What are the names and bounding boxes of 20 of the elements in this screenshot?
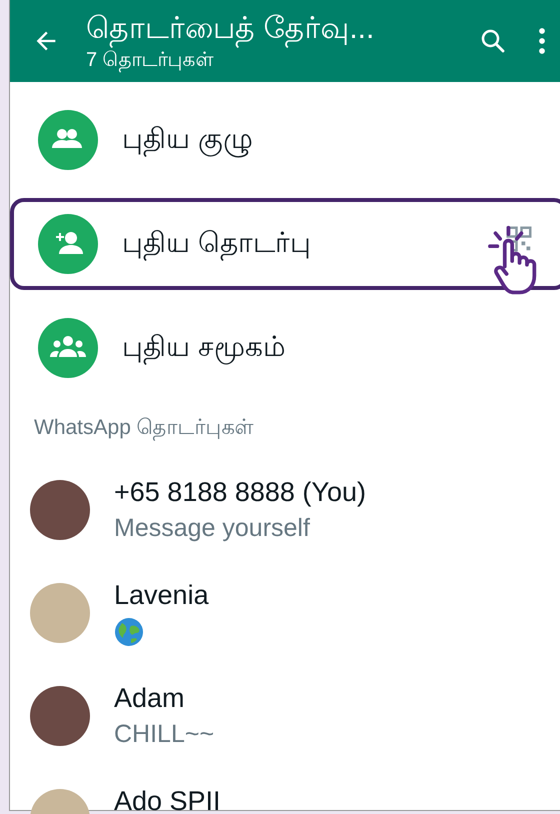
contact-name: Ado SPII <box>114 785 221 814</box>
round-action-icon <box>38 318 98 378</box>
screen-title: தொடர்பைத் தேர்வு... <box>86 10 478 48</box>
action-row[interactable]: புதிய சமூகம் <box>10 302 560 394</box>
section-heading: WhatsApp தொடர்புகள் <box>33 415 255 443</box>
contact-count: 7 தொடர்புகள் <box>86 48 215 72</box>
round-action-icon <box>38 110 98 170</box>
contact-status: CHILL~~ <box>114 719 214 750</box>
contact-row[interactable]: +65 8188 8888 (You) Message yourself <box>10 470 560 573</box>
round-action-icon <box>38 214 98 274</box>
more-options-icon[interactable] <box>538 26 546 56</box>
contact-row[interactable]: Ado SPII <box>10 779 560 814</box>
contact-row[interactable]: Adam CHILL~~ <box>10 676 560 779</box>
action-row[interactable]: புதிய குழு <box>10 94 560 186</box>
globe-icon <box>114 617 144 647</box>
contact-status: Message yourself <box>114 513 311 544</box>
contact-name: Adam <box>114 682 186 715</box>
contact-name: Lavenia <box>114 579 209 612</box>
contact-name: +65 8188 8888 (You) <box>114 476 366 509</box>
contact-row[interactable]: Lavenia <box>10 573 560 676</box>
